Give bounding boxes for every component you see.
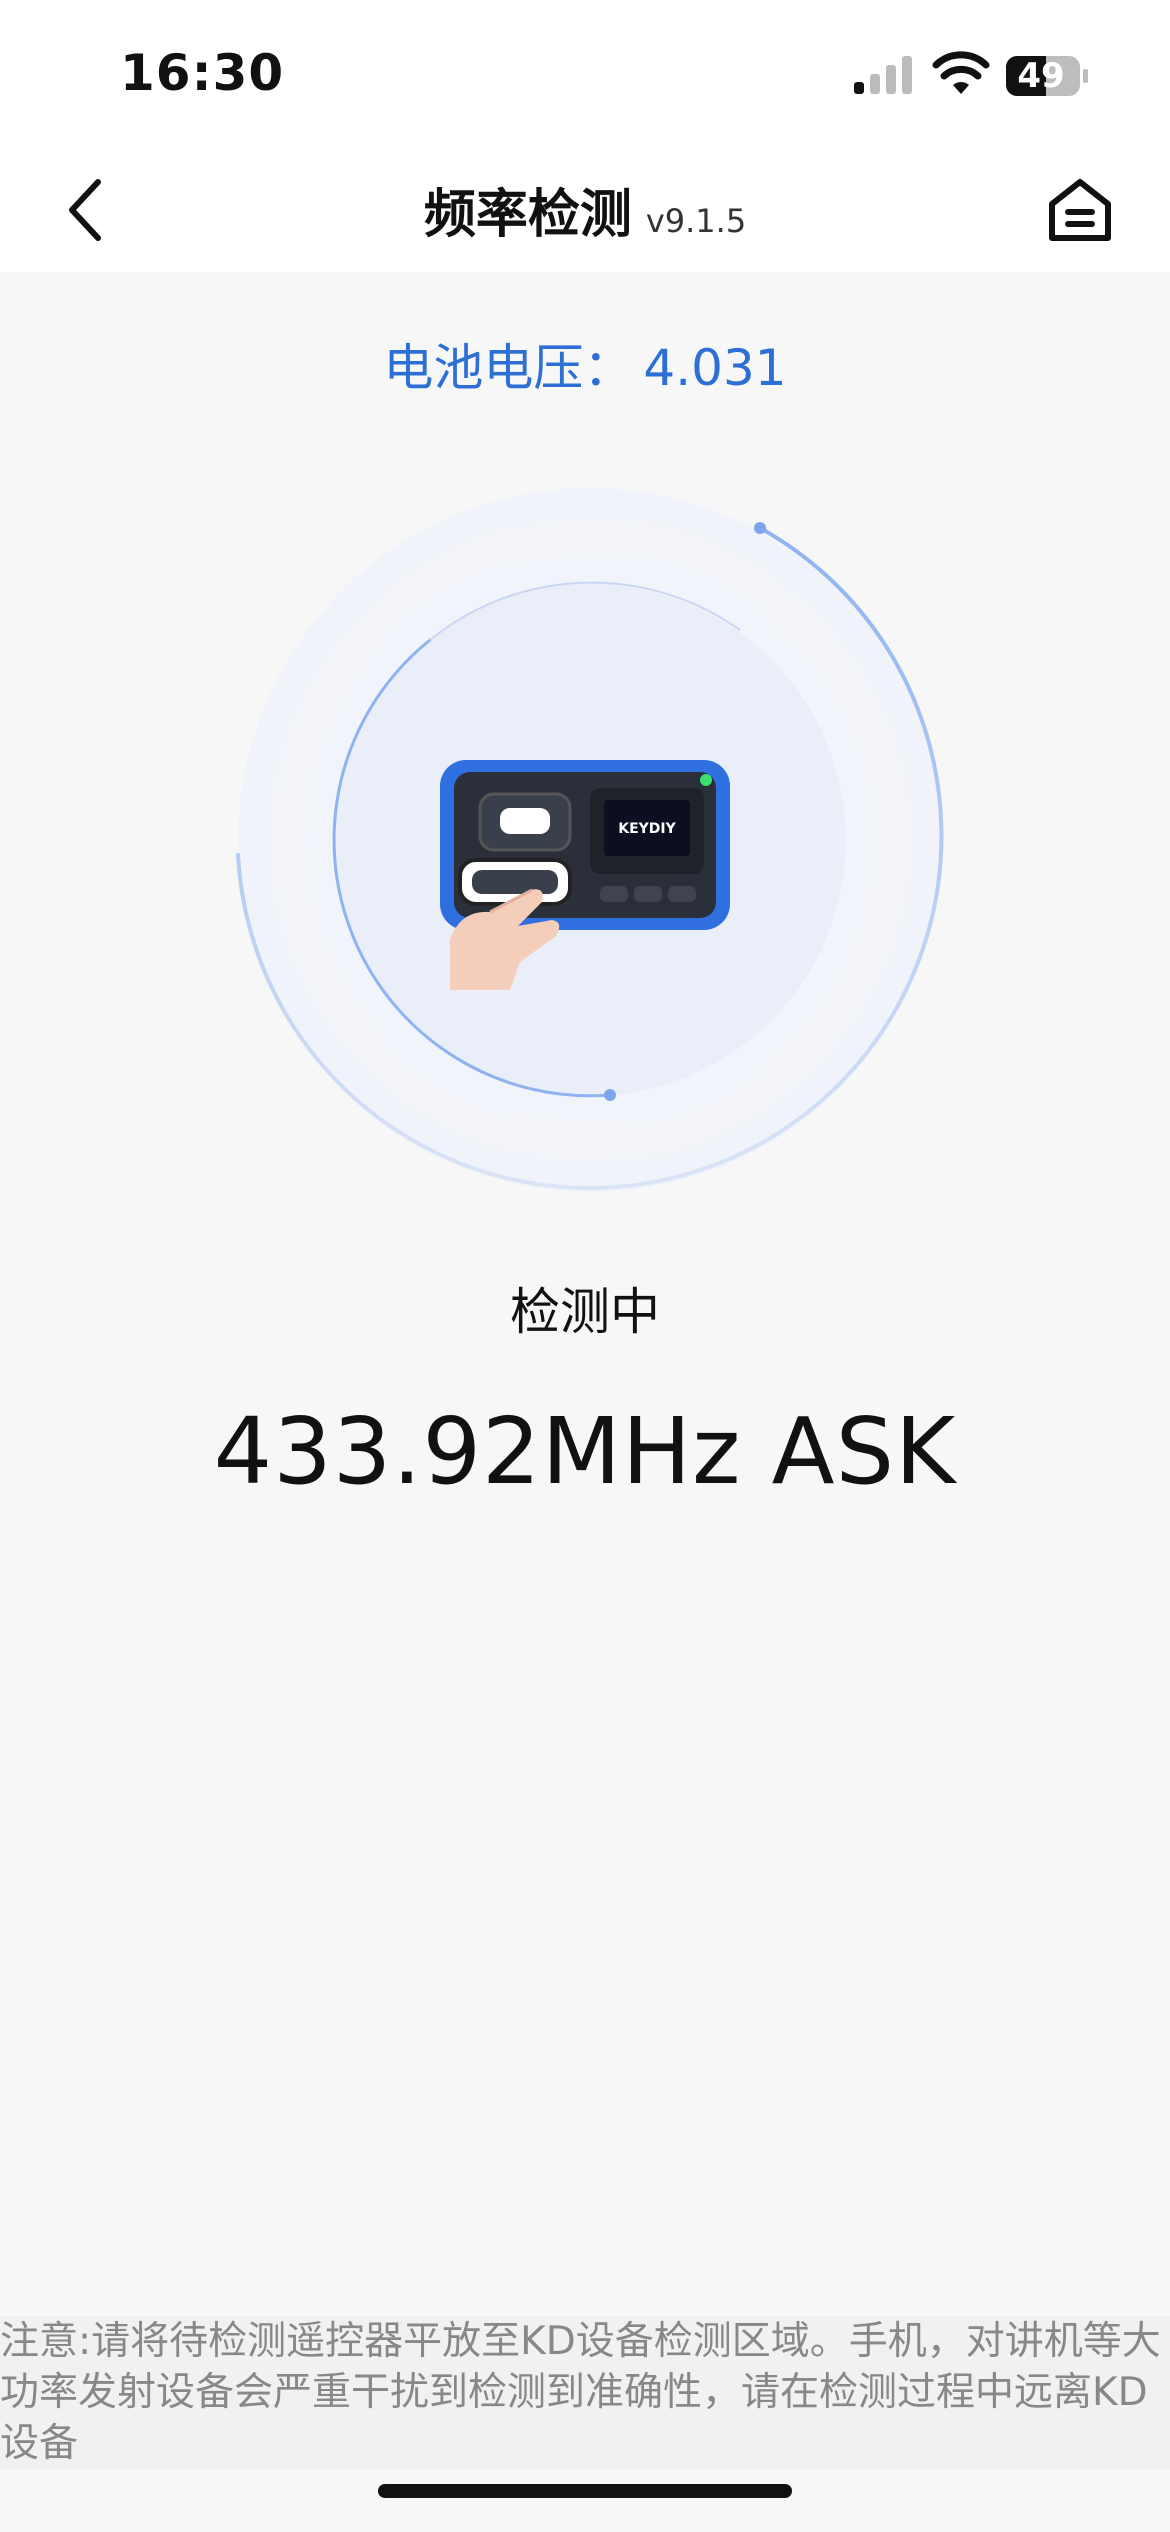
inner-arc-dot [604,1089,616,1101]
page-title-wrap: 频率检测 v9.1.5 [0,172,1170,247]
nav-bar: 频率检测 v9.1.5 [0,150,1170,272]
device-screen-brand: KEYDIY [618,821,676,837]
battery-voltage: 电池电压： 4.031 [0,328,1170,400]
wifi-icon [932,51,990,94]
home-icon[interactable] [1040,170,1120,250]
status-time: 16:30 [120,44,285,102]
kd-device-illustration: KEYDIY [440,760,730,990]
home-indicator[interactable] [378,2484,792,2498]
detected-frequency: 433.92MHz ASK [213,1398,957,1505]
battery-voltage-label: 电池电压： [383,339,634,397]
outer-arc-dot [754,522,766,534]
status-bar: 16:30 49 [0,0,1170,150]
app-version: v9.1.5 [645,202,747,240]
battery-level: 49 [1017,56,1065,96]
scan-status: 检测中 [510,1283,660,1341]
page-title: 频率检测 [423,185,632,245]
notice-text: 注意:请将待检测遥控器平放至KD设备检测区域。手机，对讲机等大功率发射设备会严重… [0,2316,1170,2469]
battery-voltage-value: 4.031 [643,339,787,397]
signal-icon [854,56,912,94]
